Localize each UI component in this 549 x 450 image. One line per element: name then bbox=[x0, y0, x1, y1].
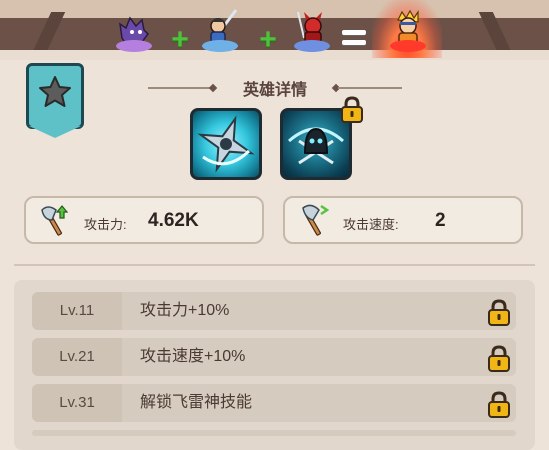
axe-up-icon bbox=[41, 205, 69, 236]
lock-icon bbox=[488, 299, 510, 326]
title-dot-left bbox=[208, 83, 218, 93]
attack-speed-label: 攻击速度: bbox=[343, 217, 399, 232]
attack-speed-value: 2 bbox=[435, 210, 446, 231]
attack-speed-stat-card: 攻击速度: 2 bbox=[283, 196, 523, 244]
blue-swordsman-hero[interactable] bbox=[198, 8, 242, 52]
title-line-left bbox=[148, 87, 212, 89]
equals-operator bbox=[342, 30, 366, 48]
purple-wolf-hero[interactable] bbox=[112, 8, 156, 52]
orange-ninja-hero[interactable] bbox=[386, 8, 430, 52]
level-row: Lv.21 攻击速度+10% bbox=[32, 338, 516, 376]
plus-operator-1: + bbox=[171, 23, 189, 56]
attack-label: 攻击力: bbox=[84, 217, 127, 232]
red-devil-hero[interactable] bbox=[290, 8, 334, 52]
title-line-right bbox=[338, 87, 402, 89]
attack-value: 4.62K bbox=[148, 210, 199, 231]
level-row-partial bbox=[32, 430, 516, 436]
attack-stat-card: 攻击力: 4.62K bbox=[24, 196, 264, 244]
shuriken-skill[interactable] bbox=[190, 108, 262, 180]
star-icon bbox=[39, 76, 71, 107]
page-title: 英雄详情 bbox=[242, 82, 307, 99]
lock-icon bbox=[488, 391, 510, 418]
section-divider bbox=[14, 264, 535, 266]
level-bonus: 攻击速度+10% bbox=[140, 348, 246, 365]
lock-icon bbox=[488, 345, 510, 372]
level-row: Lv.11 攻击力+10% bbox=[32, 292, 516, 330]
level-label: Lv.11 bbox=[32, 292, 122, 330]
plus-operator-2: + bbox=[259, 23, 277, 56]
level-bonus: 解锁飞雷神技能 bbox=[140, 394, 253, 411]
hero-pad bbox=[116, 40, 152, 52]
skill-lock-icon bbox=[341, 96, 363, 123]
level-row: Lv.31 解锁飞雷神技能 bbox=[32, 384, 516, 422]
level-bonus: 攻击力+10% bbox=[140, 302, 230, 319]
favorite-tab[interactable] bbox=[26, 63, 84, 129]
shuriken-skill-icon bbox=[197, 115, 255, 173]
level-label: Lv.21 bbox=[32, 338, 122, 376]
hero-pad bbox=[294, 40, 330, 52]
hero-pad bbox=[390, 40, 426, 52]
banner-top-strip bbox=[0, 0, 549, 18]
level-label: Lv.31 bbox=[32, 384, 122, 422]
hero-pad bbox=[202, 40, 238, 52]
axe-speed-icon bbox=[302, 204, 330, 236]
fusion-banner: + + bbox=[0, 0, 549, 60]
